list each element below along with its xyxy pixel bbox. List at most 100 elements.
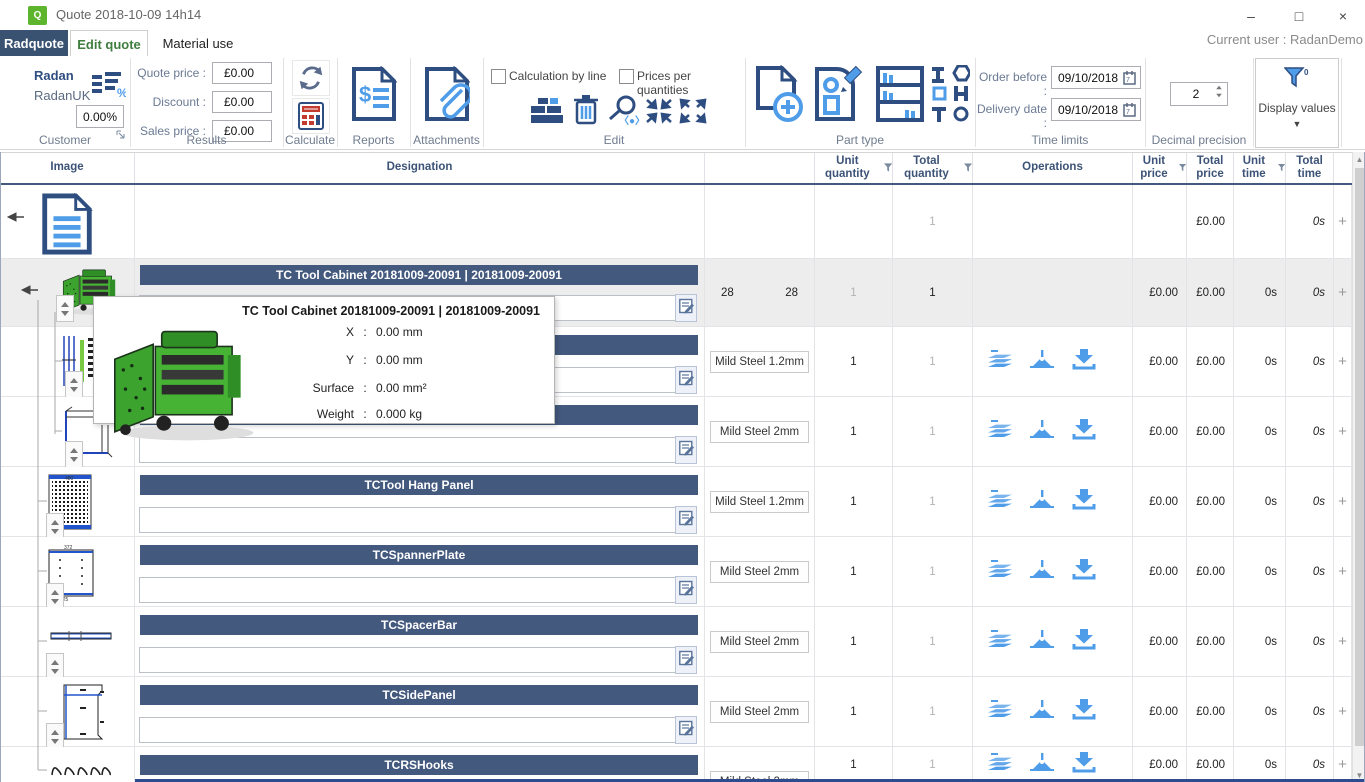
quantity-stepper[interactable] (65, 441, 83, 468)
material-box[interactable]: Mild Steel 2mm (710, 561, 809, 583)
add-line-button[interactable]: + (1334, 185, 1352, 258)
designation-note-button[interactable] (675, 716, 697, 744)
report-document-icon[interactable]: $ (348, 62, 400, 126)
unit-quantity-cell[interactable] (815, 185, 893, 258)
designation-bar[interactable]: TCSpannerPlate (140, 545, 698, 565)
bend-operation-icon[interactable] (1029, 751, 1055, 778)
material-box[interactable]: Mild Steel 1.2mm (710, 351, 809, 373)
add-part-icon[interactable] (753, 62, 807, 126)
material-box[interactable]: Mild Steel 2mm (710, 631, 809, 653)
designation-bar[interactable]: TCRSHooks (140, 755, 698, 775)
unit-quantity-cell[interactable]: 1 (815, 607, 893, 676)
unload-operation-icon[interactable] (1071, 418, 1097, 445)
designation-note-button[interactable] (675, 576, 697, 604)
attachment-paperclip-icon[interactable] (421, 62, 473, 126)
standard-parts-icon[interactable] (929, 62, 971, 126)
quantity-stepper[interactable] (56, 295, 74, 322)
unload-operation-icon[interactable] (1071, 628, 1097, 655)
unit-quantity-cell[interactable]: 1 (815, 747, 893, 782)
designation-bar[interactable]: TCSpacerBar (140, 615, 698, 635)
add-line-button[interactable]: + (1334, 259, 1352, 326)
quantity-stepper[interactable] (46, 723, 64, 750)
unit-quantity-cell[interactable]: 1 (815, 537, 893, 606)
stepper-down-icon[interactable] (51, 739, 59, 744)
bend-operation-icon[interactable] (1029, 558, 1055, 585)
designation-bar[interactable]: TCSidePanel (140, 685, 698, 705)
tab-radquote[interactable]: Radquote (0, 30, 68, 56)
stepper-up-icon[interactable] (70, 378, 78, 383)
designation-note-button[interactable] (675, 294, 697, 322)
column-header-operations[interactable]: Operations (973, 153, 1133, 183)
unit-quantity-cell[interactable]: 1 (815, 259, 893, 326)
prices-per-quantities-checkbox[interactable] (619, 69, 634, 84)
column-header-unit-time[interactable]: Unit time (1234, 153, 1286, 183)
edit-part-icon[interactable] (811, 62, 865, 126)
unload-operation-icon[interactable] (1071, 558, 1097, 585)
designation-bar[interactable]: TC Tool Cabinet 20181009-20091 | 2018100… (140, 265, 698, 285)
calculator-icon[interactable] (292, 98, 330, 134)
designation-note-button[interactable] (675, 646, 697, 674)
unit-quantity-cell[interactable]: 1 (815, 397, 893, 466)
bend-operation-icon[interactable] (1029, 698, 1055, 725)
cut-sheets-operation-icon[interactable] (987, 698, 1013, 725)
search-preview-icon[interactable]: 〈●〉 (605, 92, 643, 128)
bend-operation-icon[interactable] (1029, 418, 1055, 445)
stepper-down-icon[interactable] (70, 457, 78, 462)
stepper-up-icon[interactable] (61, 302, 69, 307)
column-header-image[interactable]: Image (0, 153, 135, 183)
cut-sheets-operation-icon[interactable] (987, 558, 1013, 585)
stepper-down-icon[interactable] (51, 599, 59, 604)
cut-sheets-operation-icon[interactable] (987, 488, 1013, 515)
quantity-stepper[interactable] (46, 583, 64, 610)
customer-discount-icon[interactable]: % (92, 72, 126, 103)
maximize-button[interactable]: □ (1284, 6, 1314, 26)
calculation-by-line-checkbox[interactable] (491, 69, 506, 84)
column-header-total-quantity[interactable]: Total quantity (893, 153, 973, 183)
unit-quantity-cell[interactable]: 1 (815, 467, 893, 536)
dialog-launcher-icon[interactable] (116, 126, 125, 144)
table-row-part[interactable]: TCSpacerBarMild Steel 2mm11£0.00£0.000s0… (0, 607, 1352, 677)
column-header-total-price[interactable]: Total price (1187, 153, 1234, 183)
unload-operation-icon[interactable] (1071, 698, 1097, 725)
table-row-part[interactable]: 480TCTool Hang PanelMild Steel 1.2mm11£0… (0, 467, 1352, 537)
cut-sheets-operation-icon[interactable] (987, 628, 1013, 655)
column-header-total-time[interactable]: Total time (1286, 153, 1334, 183)
designation-bar[interactable]: TCTool Hang Panel (140, 475, 698, 495)
order-before-field[interactable]: 09/10/2018 7 (1051, 66, 1141, 89)
display-values-button[interactable]: 0 Display values ▼ (1255, 58, 1339, 148)
table-row-part[interactable]: 372325TCSpannerPlateMild Steel 2mm11£0.0… (0, 537, 1352, 607)
filter-icon[interactable] (884, 163, 892, 173)
cut-sheets-operation-icon[interactable] (987, 418, 1013, 445)
customer-discount-field[interactable]: 0.00% (76, 105, 124, 128)
stock-library-icon[interactable] (873, 62, 927, 126)
stepper-arrows-icon[interactable] (1215, 85, 1223, 98)
expand-all-icon[interactable] (677, 96, 709, 126)
table-row-quote[interactable]: 1£0.000s+ (0, 185, 1352, 259)
table-row-part[interactable]: TCRSHooksMild Steel 2mm11£0.00£0.000s0s+ (0, 747, 1352, 782)
column-header-unit-price[interactable]: Unit price (1133, 153, 1187, 183)
trash-icon[interactable] (569, 92, 603, 128)
stepper-down-icon[interactable] (61, 311, 69, 316)
bend-operation-icon[interactable] (1029, 628, 1055, 655)
decimal-precision-stepper[interactable]: 2 (1170, 82, 1228, 106)
quote-price-field[interactable]: £0.00 (212, 62, 272, 84)
discount-field[interactable]: £0.00 (212, 91, 272, 113)
calendar-icon[interactable]: 7 (1123, 71, 1136, 85)
designation-note-button[interactable] (675, 506, 697, 534)
collapse-all-icon[interactable] (643, 96, 675, 126)
minimize-button[interactable]: – (1236, 6, 1266, 26)
designation-input[interactable] (139, 577, 679, 603)
designation-note-button[interactable] (675, 436, 697, 464)
designation-input[interactable] (139, 717, 679, 743)
close-button[interactable]: × (1328, 6, 1358, 26)
quantity-stepper[interactable] (46, 653, 64, 680)
stepper-up-icon[interactable] (51, 730, 59, 735)
unload-operation-icon[interactable] (1071, 348, 1097, 375)
scrollbar-thumb[interactable] (1355, 168, 1364, 746)
stepper-down-icon[interactable] (70, 387, 78, 392)
stepper-up-icon[interactable] (51, 660, 59, 665)
quantity-stepper[interactable] (65, 371, 83, 398)
calendar-icon[interactable]: 7 (1123, 103, 1136, 117)
bend-operation-icon[interactable] (1029, 348, 1055, 375)
unload-operation-icon[interactable] (1071, 488, 1097, 515)
